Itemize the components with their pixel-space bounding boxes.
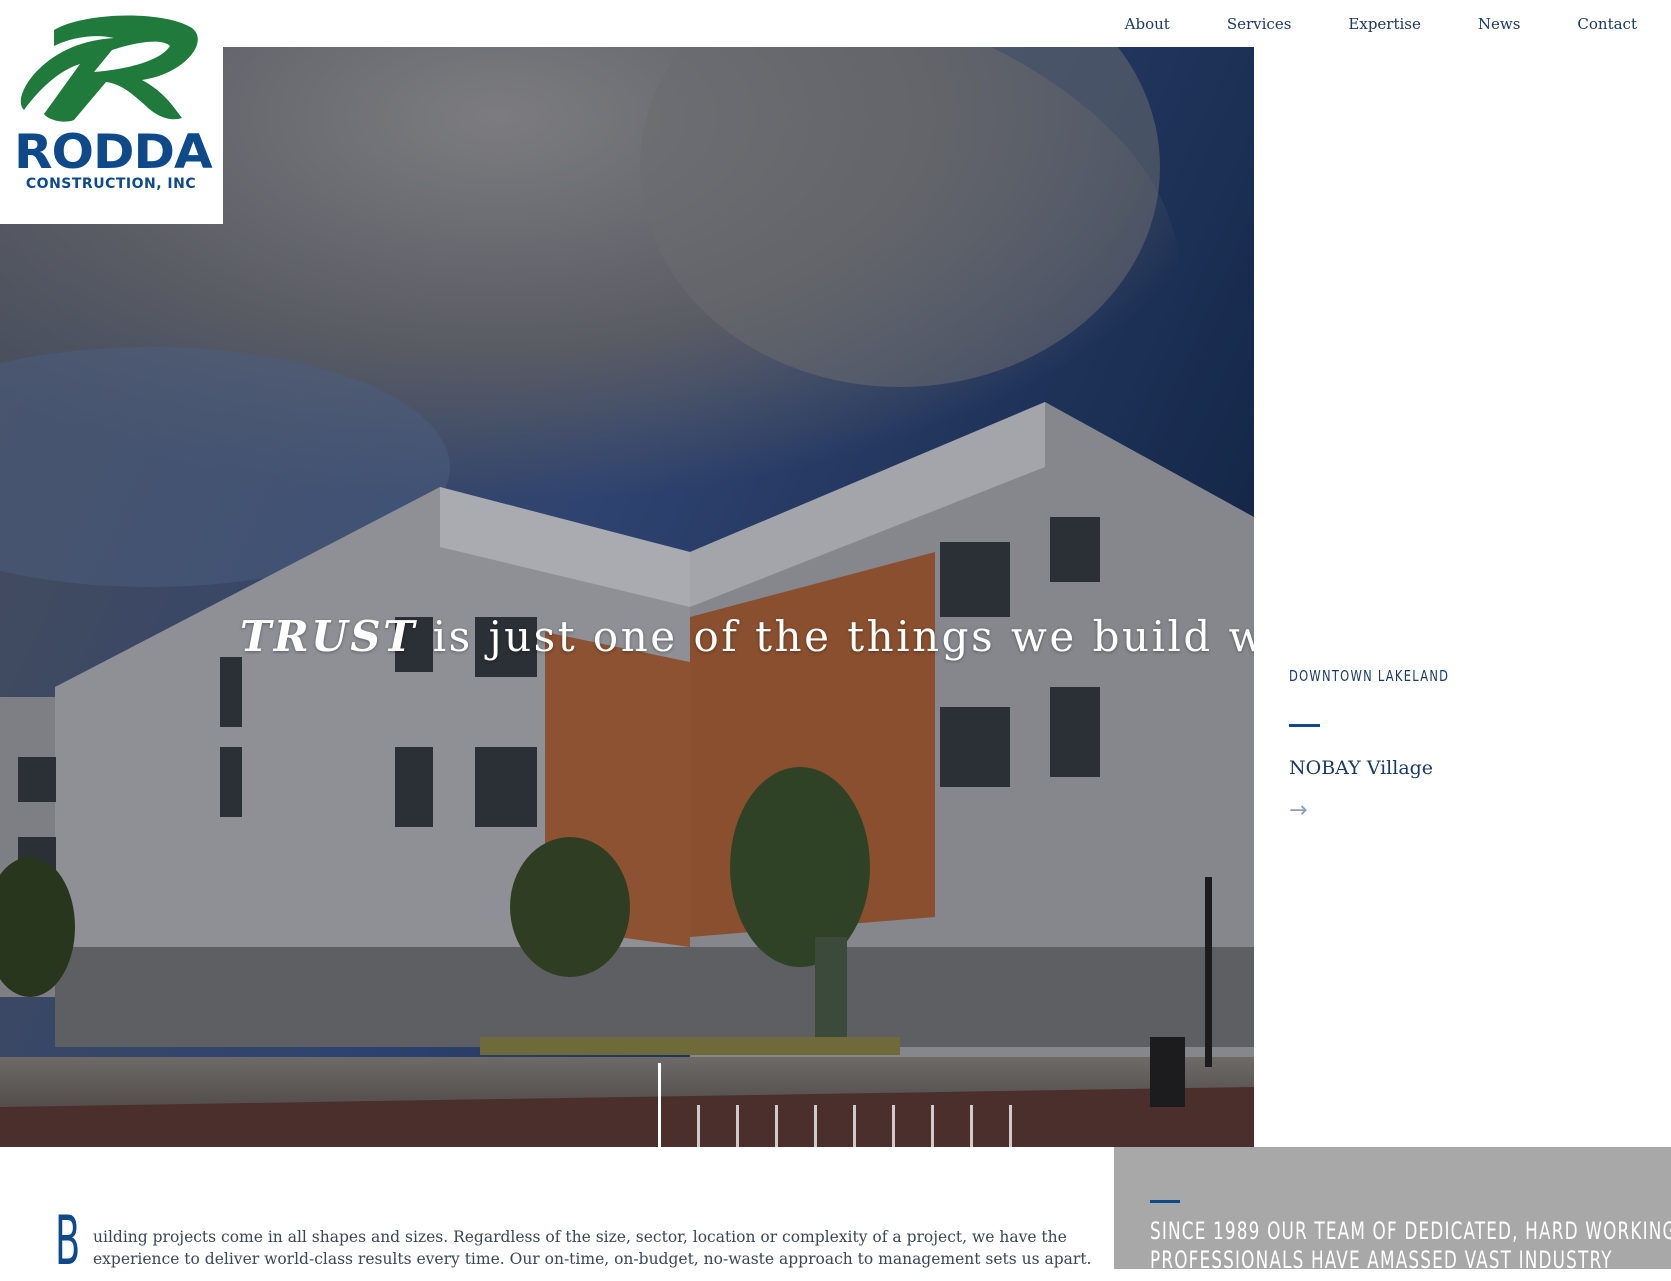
slider-tick[interactable] (931, 1105, 934, 1147)
slider-tick[interactable] (658, 1063, 661, 1147)
history-text: SINCE 1989 OUR TEAM OF DEDICATED, HARD W… (1150, 1217, 1671, 1269)
nav-news[interactable]: News (1478, 15, 1521, 33)
logo-subtitle: CONSTRUCTION, INC (25, 176, 197, 192)
history-panel: SINCE 1989 OUR TEAM OF DEDICATED, HARD W… (1114, 1147, 1671, 1269)
intro-paragraph: uilding projects come in all shapes and … (93, 1228, 1092, 1268)
headline-emphasis: TRUST (240, 612, 417, 661)
slider-tick[interactable] (970, 1105, 973, 1147)
nav-services[interactable]: Services (1227, 15, 1292, 33)
nav-contact[interactable]: Contact (1577, 15, 1637, 33)
card-divider (1289, 724, 1320, 727)
project-location: DOWNTOWN LAKELAND (1289, 667, 1450, 685)
arrow-right-icon[interactable]: → (1289, 798, 1307, 823)
rodda-r-logo-icon (20, 15, 198, 122)
slider-tick[interactable] (853, 1105, 856, 1147)
slider-tick[interactable] (814, 1105, 817, 1147)
slider-tick[interactable] (1009, 1105, 1012, 1147)
logo-wordmark: RODDA (14, 124, 213, 180)
project-card: DOWNTOWN LAKELAND NOBAY Village → (1254, 630, 1671, 1147)
top-bar: About Services Expertise News Contact (0, 0, 1671, 47)
main-nav: About Services Expertise News Contact (1068, 0, 1637, 47)
nav-about[interactable]: About (1125, 15, 1170, 33)
nav-expertise[interactable]: Expertise (1348, 15, 1420, 33)
project-title-link[interactable]: NOBAY Village (1289, 757, 1433, 779)
panel-divider (1150, 1200, 1180, 1203)
hero-headline: TRUST is just one of the things we build… (240, 612, 1254, 661)
slider-tick[interactable] (697, 1105, 700, 1147)
slider-tick[interactable] (736, 1105, 739, 1147)
headline-rest: is just one of the things we build well. (416, 612, 1254, 661)
company-logo[interactable]: RODDA CONSTRUCTION, INC (0, 0, 223, 224)
slider-tick[interactable] (892, 1105, 895, 1147)
drop-cap: B (55, 1202, 81, 1281)
slider-tick[interactable] (775, 1105, 778, 1147)
